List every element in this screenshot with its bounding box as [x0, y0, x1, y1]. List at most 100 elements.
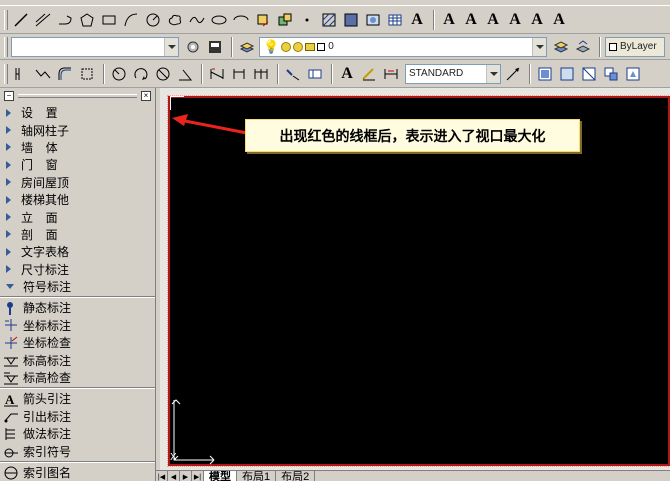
rotate-copy-icon[interactable] [131, 64, 151, 84]
dim-update-icon[interactable] [381, 64, 401, 84]
circle-icon[interactable] [143, 10, 163, 30]
workspace-settings-icon[interactable] [183, 37, 203, 57]
viewport-scale-icon[interactable] [601, 64, 621, 84]
palette-menu-item[interactable]: 轴网柱子 [0, 121, 155, 138]
save-workspace-icon[interactable] [205, 37, 225, 57]
make-layer-current-icon[interactable] [551, 37, 571, 57]
text-icon[interactable]: A [337, 64, 357, 84]
text-style-icon[interactable]: A [439, 10, 459, 30]
edit-text-icon[interactable]: A [461, 10, 481, 30]
dim-style-manager-icon[interactable] [503, 64, 523, 84]
polygon-icon[interactable] [77, 10, 97, 30]
region-icon[interactable] [363, 10, 383, 30]
palette-sub-item[interactable]: 标高检查 [0, 369, 155, 386]
tab-layout2[interactable]: 布局2 [275, 471, 316, 481]
palette-drag-bar[interactable] [18, 94, 137, 98]
next-tab-icon[interactable]: ▶ [180, 471, 192, 481]
palette-menu-item[interactable]: 符号标注 [0, 278, 155, 295]
layer-combo[interactable]: 💡 0 [259, 36, 547, 57]
palette-menu-item[interactable]: 房间屋顶 [0, 174, 155, 191]
tab-model[interactable]: 模型 [203, 471, 237, 481]
arc-icon[interactable] [121, 10, 141, 30]
palette-sub-item[interactable]: 索引图名 [0, 464, 155, 481]
palette-sub-item[interactable]: 静态标注 [0, 299, 155, 316]
palette-sub-item[interactable]: 坐标检查 [0, 334, 155, 351]
toolbar-separator [529, 63, 531, 84]
dropdown-arrow-icon[interactable] [532, 37, 546, 56]
close-palette-icon[interactable]: × [141, 91, 151, 101]
fillet-icon[interactable] [55, 64, 75, 84]
no-entry-icon[interactable] [153, 64, 173, 84]
palette-menu-item[interactable]: 墙体 [0, 139, 155, 156]
prev-tab-icon[interactable]: ◀ [168, 471, 180, 481]
palette-sub-item[interactable]: 坐标标注 [0, 317, 155, 334]
scale-text-icon[interactable]: A [527, 10, 547, 30]
viewport-poly-icon[interactable] [623, 64, 643, 84]
palette-sub-label: 索引图名 [23, 466, 72, 480]
dim-style-combo[interactable]: STANDARD [405, 63, 501, 84]
ucs-icon [171, 399, 215, 465]
gradient-icon[interactable] [341, 10, 361, 30]
tab-layout1[interactable]: 布局1 [236, 471, 277, 481]
dim-continue-icon[interactable] [251, 64, 271, 84]
palette-menu-item[interactable]: 尺寸标注 [0, 261, 155, 278]
dim-aligned-icon[interactable] [229, 64, 249, 84]
spline-icon[interactable] [187, 10, 207, 30]
collapse-palette-icon[interactable]: − [4, 91, 14, 101]
find-text-icon[interactable]: A [505, 10, 525, 30]
rectangle-icon[interactable] [99, 10, 119, 30]
table-icon[interactable] [385, 10, 405, 30]
rotate-icon[interactable] [109, 64, 129, 84]
palette-sub-item[interactable]: 引出标注 [0, 408, 155, 425]
palette-menu-item[interactable]: 立面 [0, 208, 155, 225]
first-tab-icon[interactable]: |◀ [156, 471, 168, 481]
justify-text-icon[interactable]: A [549, 10, 569, 30]
tolerance-icon[interactable] [305, 64, 325, 84]
polyline-icon[interactable] [55, 10, 75, 30]
bylayer-value: ByLayer [620, 41, 657, 52]
dropdown-arrow-icon[interactable] [164, 37, 178, 56]
angle-icon[interactable] [175, 64, 195, 84]
palette-sub-label: 坐标检查 [23, 336, 72, 351]
line-icon[interactable] [11, 10, 31, 30]
dim-linear-icon[interactable] [207, 64, 227, 84]
leader-pen-icon[interactable] [283, 64, 303, 84]
ellipse-arc-icon[interactable] [231, 10, 251, 30]
viewport-frame-icon[interactable] [557, 64, 577, 84]
make-block-icon[interactable] [275, 10, 295, 30]
palette-sub-item[interactable]: 做法标注 [0, 425, 155, 442]
layer-name: 0 [328, 41, 334, 52]
multiline-text-icon[interactable]: A [407, 10, 427, 30]
revcloud-icon[interactable] [165, 10, 185, 30]
toolbar-grip[interactable] [4, 36, 8, 57]
wall-icon[interactable] [11, 64, 31, 84]
insert-block-icon[interactable] [253, 10, 273, 30]
layer-previous-icon[interactable] [573, 37, 593, 57]
break-icon[interactable] [33, 64, 53, 84]
layer-manager-icon[interactable] [237, 37, 257, 57]
elevation-icon [3, 352, 19, 368]
palette-menu-item[interactable]: 剖面 [0, 226, 155, 243]
hatch-icon[interactable] [319, 10, 339, 30]
edit-dim-icon[interactable] [359, 64, 379, 84]
construction-line-icon[interactable] [33, 10, 53, 30]
point-icon[interactable] [297, 10, 317, 30]
collapsed-triangle-icon [6, 230, 11, 239]
palette-menu-item[interactable]: 楼梯其他 [0, 191, 155, 208]
palette-menu-item[interactable]: 门窗 [0, 156, 155, 173]
toolbar-grip[interactable] [4, 9, 8, 30]
ellipse-icon[interactable] [209, 10, 229, 30]
offset-icon[interactable] [77, 64, 97, 84]
workspace-combo[interactable] [11, 36, 179, 57]
palette-sub-item[interactable]: 索引符号 [0, 442, 155, 459]
toolbar-grip[interactable] [4, 63, 8, 84]
text-pen-icon[interactable]: A [483, 10, 503, 30]
viewport-single-icon[interactable] [535, 64, 555, 84]
palette-sub-item[interactable]: A 箭头引注 [0, 390, 155, 407]
dropdown-arrow-icon[interactable] [486, 64, 500, 83]
palette-menu-item[interactable]: 文字表格 [0, 243, 155, 260]
palette-sub-item[interactable]: 标高标注 [0, 351, 155, 368]
palette-menu-item[interactable]: 设置 [0, 104, 155, 121]
bylayer-combo[interactable]: ByLayer [605, 36, 665, 57]
viewport-clip-icon[interactable] [579, 64, 599, 84]
